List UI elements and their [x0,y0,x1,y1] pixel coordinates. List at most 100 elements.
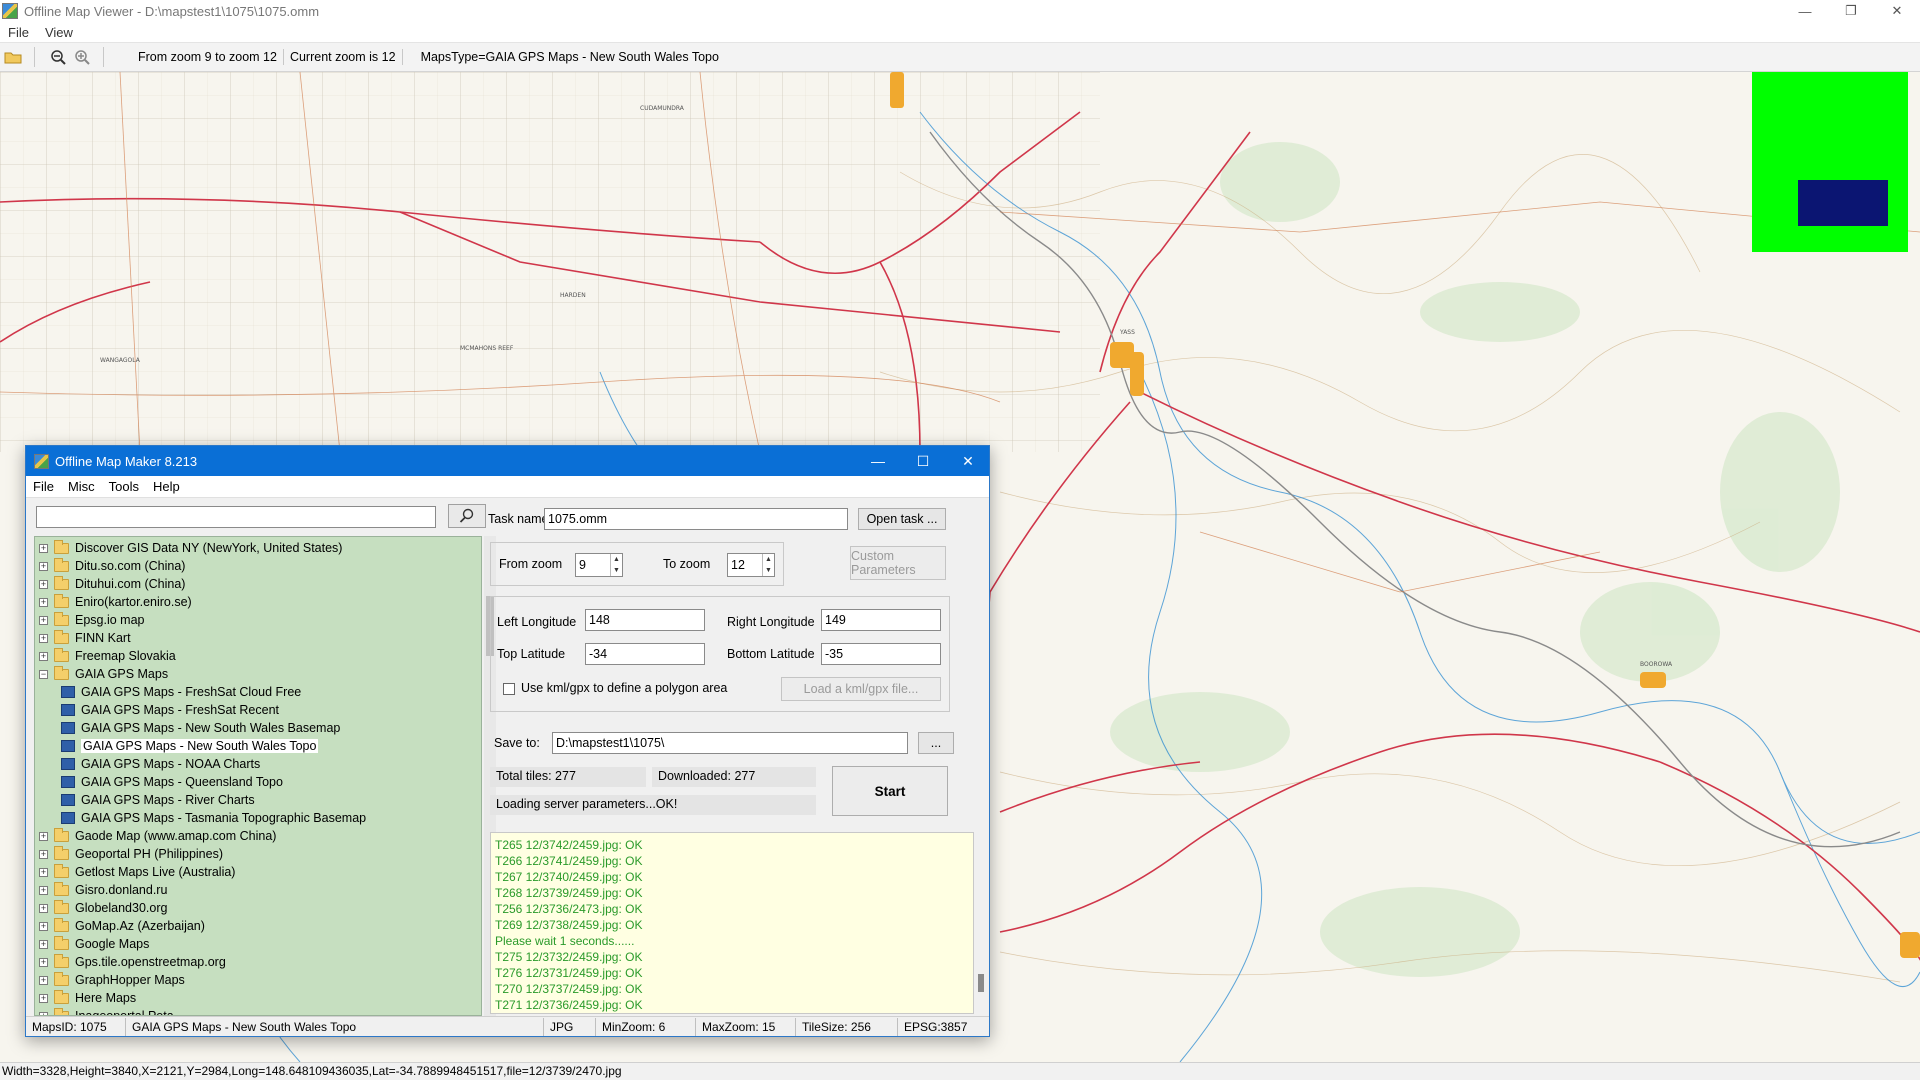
map-icon [61,740,75,752]
dialog-menu-tools[interactable]: Tools [102,479,146,494]
open-folder-button[interactable] [2,46,24,68]
tree-folder-item[interactable]: + Globeland30.org [39,899,167,917]
right-longitude-input[interactable]: 149 [821,609,941,631]
downloaded-text: Downloaded: 277 [652,767,816,787]
download-log: T265 12/3742/2459.jpg: OK T266 12/3741/24… [490,832,974,1014]
spinner-arrows-icon[interactable]: ▲ ▼ [762,554,774,576]
tree-map-item[interactable]: GAIA GPS Maps - NOAA Charts [61,755,260,773]
start-button[interactable]: Start [832,766,948,816]
polygon-checkbox[interactable] [503,683,515,695]
min-zoom-field: MinZoom: 6 [596,1017,696,1036]
expand-icon[interactable]: + [39,993,48,1003]
tree-folder-item[interactable]: + Here Maps [39,989,136,1007]
expand-icon[interactable]: + [39,849,48,859]
tree-folder-item[interactable]: + Gisro.donland.ru [39,881,167,899]
tree-folder-item[interactable]: − GAIA GPS Maps [39,665,168,683]
tree-map-item[interactable]: GAIA GPS Maps - New South Wales Topo [61,737,319,755]
zoom-range-text: From zoom 9 to zoom 12 [132,49,284,65]
folder-icon [54,917,69,932]
save-path-input[interactable]: D:\mapstest1\1075\ [552,732,908,754]
overview-minimap[interactable] [1752,72,1908,252]
expand-icon[interactable]: + [39,543,48,553]
expand-icon[interactable]: + [39,921,48,931]
tree-folder-item[interactable]: + Discover GIS Data NY (NewYork, United S… [39,539,342,557]
tree-map-item[interactable]: GAIA GPS Maps - FreshSat Recent [61,701,279,719]
log-scrollbar[interactable] [974,832,988,1014]
expand-icon[interactable]: + [39,903,48,913]
custom-parameters-button[interactable]: Custom Parameters [850,546,946,580]
expand-icon[interactable]: + [39,867,48,877]
task-name-input[interactable]: 1075.omm [544,508,848,530]
log-scrollbar-thumb[interactable] [978,974,984,992]
map-source-tree[interactable]: + Discover GIS Data NY (NewYork, United S… [34,536,482,1016]
tree-item-label: GoMap.Az (Azerbaijan) [75,919,205,933]
tree-folder-item[interactable]: + Eniro(kartor.eniro.se) [39,593,192,611]
dialog-close-button[interactable]: ✕ [945,446,991,476]
minimize-button[interactable]: — [1782,0,1828,22]
tree-folder-item[interactable]: + Inageoportal Peta [39,1007,174,1016]
expand-icon[interactable]: + [39,831,48,841]
browse-button[interactable]: ... [918,732,954,754]
dialog-minimize-button[interactable]: — [855,446,901,476]
tree-folder-item[interactable]: + Ditu.so.com (China) [39,557,185,575]
tree-folder-item[interactable]: + Gaode Map (www.amap.com China) [39,827,276,845]
dialog-menu-misc[interactable]: Misc [61,479,102,494]
tree-map-item[interactable]: GAIA GPS Maps - Tasmania Topographic Bas… [61,809,366,827]
tree-folder-item[interactable]: + Gps.tile.openstreetmap.org [39,953,226,971]
restore-button[interactable]: ❐ [1828,0,1874,22]
zoom-out-button[interactable] [47,46,69,68]
status-message-text: Loading server parameters...OK! [490,795,816,815]
tree-folder-item[interactable]: + Freemap Slovakia [39,647,176,665]
current-zoom-text: Current zoom is 12 [284,49,403,65]
to-zoom-spinner[interactable]: 12 ▲ ▼ [727,553,775,577]
tree-folder-item[interactable]: + Epsg.io map [39,611,144,629]
tree-folder-item[interactable]: + GoMap.Az (Azerbaijan) [39,917,205,935]
close-button[interactable]: ✕ [1874,0,1920,22]
expand-icon[interactable]: + [39,615,48,625]
expand-icon[interactable]: + [39,885,48,895]
tree-map-item[interactable]: GAIA GPS Maps - Queensland Topo [61,773,283,791]
tree-folder-item[interactable]: + GraphHopper Maps [39,971,185,989]
load-kml-button[interactable]: Load a kml/gpx file... [781,677,941,701]
zoom-group: From zoom 9 ▲ ▼ To zoom 12 ▲ ▼ [490,542,784,586]
log-line: T256 12/3736/2473.jpg: OK [495,902,643,916]
map-search-input[interactable] [36,506,436,528]
expand-icon[interactable]: + [39,561,48,571]
spinner-arrows-icon[interactable]: ▲ ▼ [610,554,622,576]
open-task-button[interactable]: Open task ... [858,508,946,530]
dialog-menu-file[interactable]: File [26,479,61,494]
tree-folder-item[interactable]: + Google Maps [39,935,149,953]
tree-folder-item[interactable]: + Dituhui.com (China) [39,575,185,593]
tree-map-item[interactable]: GAIA GPS Maps - FreshSat Cloud Free [61,683,301,701]
tree-map-item[interactable]: GAIA GPS Maps - River Charts [61,791,255,809]
expand-icon[interactable]: + [39,939,48,949]
from-zoom-spinner[interactable]: 9 ▲ ▼ [575,553,623,577]
expand-icon[interactable]: + [39,633,48,643]
tree-item-label: GAIA GPS Maps - Tasmania Topographic Bas… [81,811,367,825]
total-tiles-text: Total tiles: 277 [490,767,646,787]
overview-viewport[interactable] [1798,180,1888,226]
left-longitude-input[interactable]: 148 [585,609,705,631]
tree-folder-item[interactable]: + Geoportal PH (Philippines) [39,845,223,863]
expand-icon[interactable]: + [39,597,48,607]
dialog-menu-help[interactable]: Help [146,479,187,494]
expand-icon[interactable]: + [39,975,48,985]
zoom-in-button[interactable] [71,46,93,68]
collapse-icon[interactable]: − [39,669,48,679]
tree-item-label: FINN Kart [75,631,131,645]
format-field: JPG [544,1017,596,1036]
expand-icon[interactable]: + [39,579,48,589]
tree-folder-item[interactable]: + Getlost Maps Live (Australia) [39,863,235,881]
bottom-latitude-input[interactable]: -35 [821,643,941,665]
search-button[interactable] [448,504,486,528]
menu-view[interactable]: View [37,25,81,40]
expand-icon[interactable]: + [39,651,48,661]
expand-icon[interactable]: + [39,957,48,967]
menu-file[interactable]: File [0,25,37,40]
tree-map-item[interactable]: GAIA GPS Maps - New South Wales Basemap [61,719,340,737]
top-latitude-input[interactable]: -34 [585,643,705,665]
tree-folder-item[interactable]: + FINN Kart [39,629,131,647]
tree-item-label: Epsg.io map [75,613,145,627]
tree-item-label: Inageoportal Peta [75,1009,174,1016]
dialog-maximize-button[interactable]: ☐ [900,446,946,476]
